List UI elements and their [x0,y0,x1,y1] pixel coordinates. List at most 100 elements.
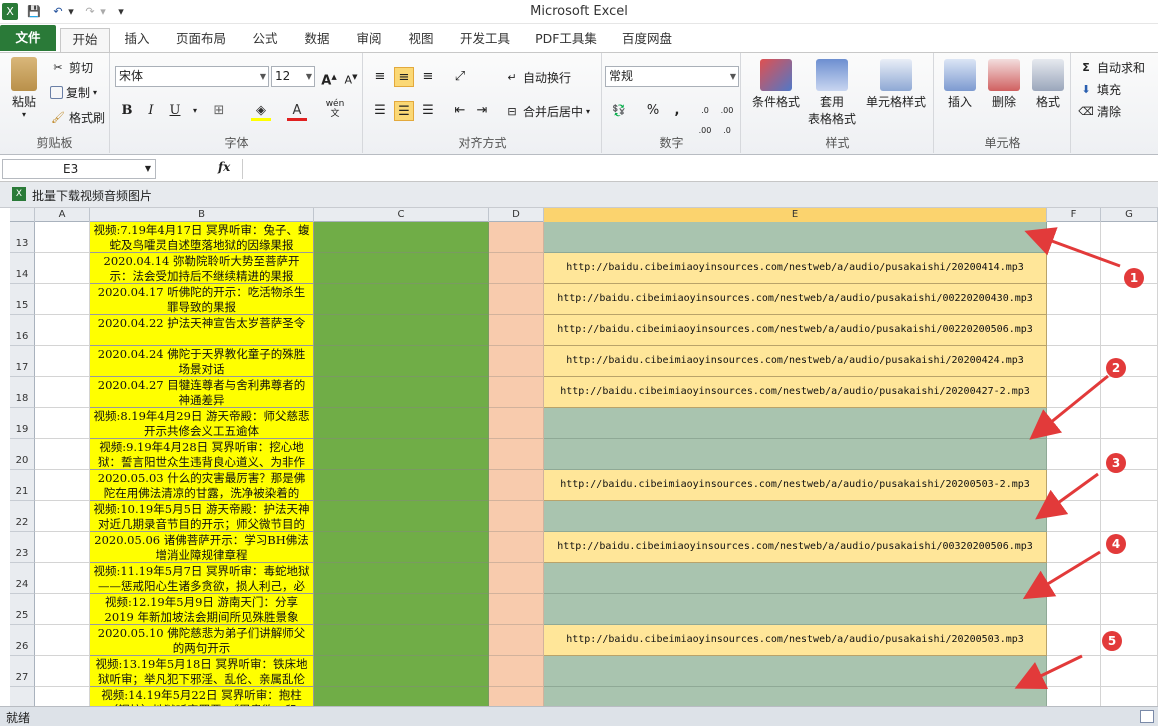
chevron-down-icon: ▼ [305,72,312,81]
grow-font-button[interactable]: A▲ [319,67,339,88]
fill-button[interactable]: ⬇ 填充 [1078,81,1121,98]
align-bottom-icon[interactable]: ≡ [418,67,438,87]
font-group-label: 字体 [224,136,249,150]
paste-label: 粘贴 [11,95,36,109]
currency-icon[interactable]: 💱 [609,101,629,121]
cells-group: 插入 删除 格式 单元格 [935,53,1071,153]
decrease-decimal-icon[interactable]: .00 .0 [717,101,737,135]
merge-dropdown-icon[interactable]: ▾ [586,107,590,116]
font-name-value: 宋体 [119,69,144,83]
conditional-format-button[interactable]: 条件格式 [748,59,804,110]
scissors-icon: ✂ [53,60,63,74]
decrease-indent-icon[interactable]: ⇤ [450,101,470,121]
align-right-icon[interactable]: ☰ [418,101,438,121]
delete-cells-button[interactable]: 删除 [983,59,1025,110]
annotation-badge-5: 5 [1102,631,1122,651]
annotation-badge-3: 3 [1106,453,1126,473]
name-box-value: E3 [63,162,79,176]
workbook-bar: X 批量下载视频音频图片 [0,182,1158,208]
comma-icon[interactable]: , [667,101,687,121]
arrow-1 [1024,227,1121,268]
tab-formulas[interactable]: 公式 [244,28,286,52]
autosum-button[interactable]: Σ 自动求和 [1078,59,1145,76]
italic-button[interactable]: I [141,101,161,121]
format-cells-icon [1032,59,1064,91]
cell-styles-button[interactable]: 单元格样式 [862,59,930,110]
wrap-text-button[interactable]: ↵ 自动换行 [504,69,571,86]
phonetic-icon[interactable]: wén 文 [325,99,345,119]
tab-pdf-tools[interactable]: PDF工具集 [528,28,604,52]
paste-button[interactable]: 粘贴 ▾ [4,57,44,119]
delete-cells-label: 删除 [991,95,1016,109]
table-format-icon [816,59,848,91]
tab-developer[interactable]: 开发工具 [452,28,518,52]
format-as-table-label-a: 套用 [819,95,844,109]
clipboard-group-label: 剪贴板 [36,136,73,150]
copy-dropdown-icon[interactable]: ▾ [93,88,97,97]
insert-cells-icon [944,59,976,91]
bold-button[interactable]: B [117,101,137,121]
status-bar: 就绪 [0,706,1158,726]
tab-home[interactable]: 开始 [60,28,110,52]
paste-dropdown-icon[interactable]: ▾ [4,110,44,119]
tab-view[interactable]: 视图 [400,28,442,52]
styles-group: 条件格式 套用 表格格式 单元格样式 样式 [742,53,934,153]
chevron-down-icon: ▼ [259,72,266,81]
underline-button[interactable]: U [165,101,185,121]
format-painter-button[interactable]: 🖌 格式刷 [50,109,105,126]
percent-icon[interactable]: % [643,101,663,121]
formula-input[interactable] [242,159,1154,179]
font-size-combo[interactable]: 12 ▼ [271,66,315,87]
number-format-combo[interactable]: 常规 ▼ [605,66,739,87]
brush-icon: 🖌 [51,110,65,124]
tab-insert[interactable]: 插入 [114,28,160,52]
number-group: 常规 ▼ 💱 % , .0 .00 .00 .0 数字 [603,53,741,153]
increase-decimal-icon[interactable]: .0 .00 [695,101,715,135]
align-top-icon[interactable]: ≡ [370,67,390,87]
name-box[interactable]: E3 ▼ [2,159,156,179]
format-cells-button[interactable]: 格式 [1027,59,1069,110]
workbook-icon: X [12,187,26,201]
align-center-icon[interactable]: ☰ [394,101,414,121]
underline-dropdown-icon[interactable]: ▾ [185,101,205,121]
borders-icon[interactable]: ⊞ [209,101,229,121]
number-group-label: 数字 [659,136,684,150]
workbook-name[interactable]: 批量下载视频音频图片 [32,187,152,204]
format-as-table-button[interactable]: 套用 表格格式 [804,59,860,127]
window-title: Microsoft Excel [530,4,628,19]
tab-review[interactable]: 审阅 [348,28,390,52]
cut-button[interactable]: ✂ 剪切 [50,59,93,76]
wrap-text-icon: ↵ [507,70,517,84]
align-left-icon[interactable]: ☰ [370,101,390,121]
orientation-icon[interactable]: ⤢ [450,67,470,87]
fx-icon[interactable]: fx [218,160,230,174]
merge-cells-icon: ⊟ [507,104,517,118]
tab-baidu-netdisk[interactable]: 百度网盘 [614,28,680,52]
fill-down-icon: ⬇ [1081,82,1091,96]
format-cells-label: 格式 [1035,95,1060,109]
font-color-icon[interactable]: A [287,101,307,121]
fill-color-icon[interactable]: ◈ [251,101,271,121]
font-name-combo[interactable]: 宋体 ▼ [115,66,269,87]
tab-file[interactable]: 文件 [0,25,56,51]
clear-button[interactable]: ⌫ 清除 [1078,103,1121,120]
annotation-arrows [1014,227,1121,690]
shrink-font-button[interactable]: A▼ [341,67,361,87]
ribbon-tabs: 文件 开始 插入 页面布局 公式 数据 审阅 视图 开发工具 PDF工具集 百度… [0,24,1158,52]
increase-indent-icon[interactable]: ⇥ [472,101,492,121]
copy-button[interactable]: 复制 ▾ [50,84,97,101]
wrap-text-label: 自动换行 [523,71,572,85]
normal-view-icon[interactable] [1140,710,1154,723]
status-ready: 就绪 [6,711,31,725]
merge-center-button[interactable]: ⊟ 合并后居中 ▾ [504,103,590,120]
spreadsheet-grid[interactable]: A B C D E F G 13 视频:7.19年4月17日 冥界听审：兔子、蝮蛇… [10,208,1158,706]
tab-data[interactable]: 数据 [296,28,338,52]
ribbon: 粘贴 ▾ ✂ 剪切 复制 ▾ 🖌 格式刷 剪贴板 宋体 ▼ 12 ▼ A▲ A▼ B I … [0,52,1158,155]
align-middle-icon[interactable]: ≡ [394,67,414,87]
editing-group: Σ 自动求和 ⬇ 填充 ⌫ 清除 [1072,53,1158,153]
tab-page-layout[interactable]: 页面布局 [166,28,236,52]
chevron-down-icon: ▼ [144,164,151,173]
insert-cells-button[interactable]: 插入 [939,59,981,110]
cell-styles-label: 单元格样式 [865,95,926,109]
clear-label: 清除 [1097,105,1122,119]
